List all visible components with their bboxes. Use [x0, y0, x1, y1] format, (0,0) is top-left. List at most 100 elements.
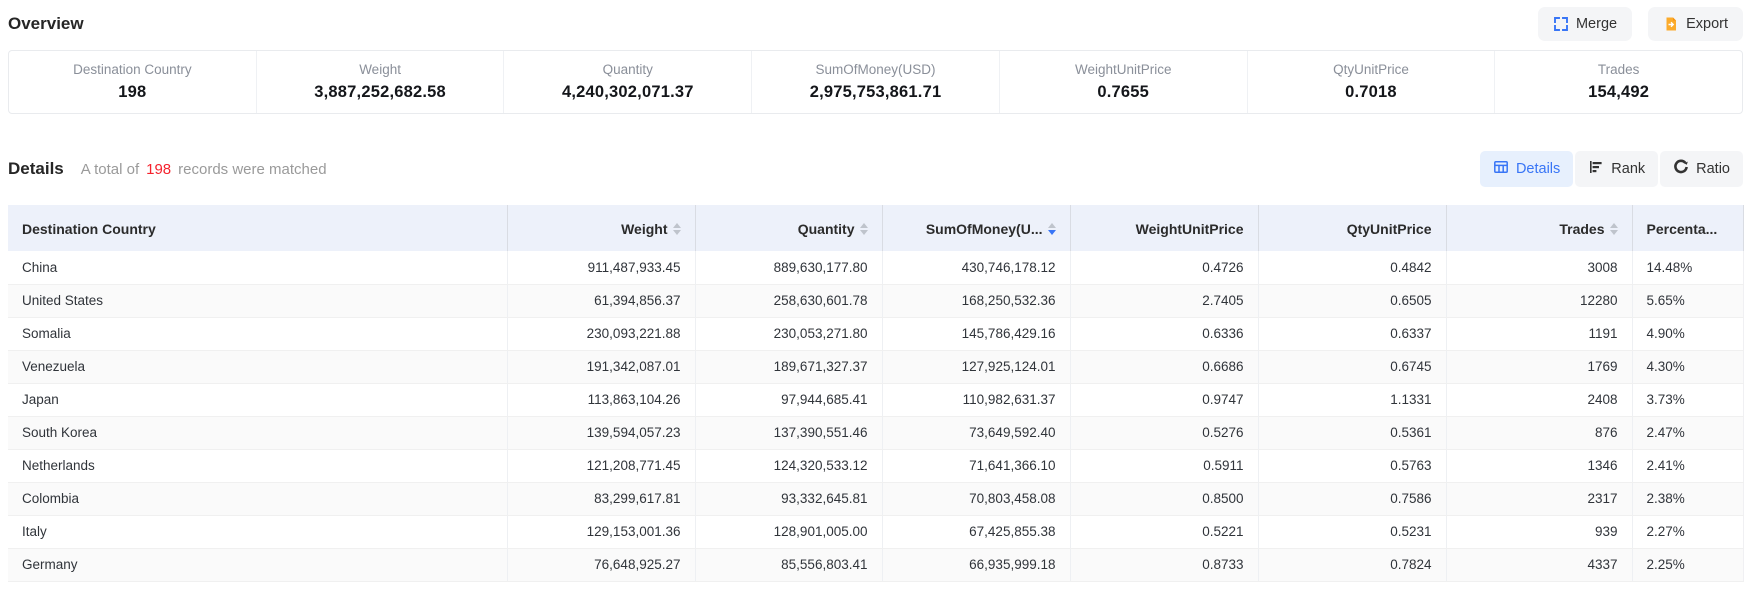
cell-trades: 12280: [1446, 284, 1632, 317]
cell-qtyunitprice: 1.1331: [1258, 383, 1446, 416]
column-header-label: SumOfMoney(U...: [926, 221, 1043, 237]
cell-destination-country: Venezuela: [8, 350, 507, 383]
stat-value: 4,240,302,071.37: [504, 83, 751, 102]
sort-icon: [1048, 223, 1056, 235]
cell-weightunitprice: 0.9747: [1070, 383, 1258, 416]
cell-weight: 129,153,001.36: [507, 515, 695, 548]
page: Overview Merge Export: [0, 0, 1751, 582]
cell-qtyunitprice: 0.4842: [1258, 251, 1446, 284]
stat-destination-country: Destination Country 198: [9, 51, 256, 113]
cell-weightunitprice: 0.5276: [1070, 416, 1258, 449]
top-actions: Merge Export: [1538, 7, 1743, 41]
cell-weightunitprice: 0.5221: [1070, 515, 1258, 548]
cell-quantity: 128,901,005.00: [695, 515, 882, 548]
cell-weightunitprice: 0.4726: [1070, 251, 1258, 284]
column-header-label: Percenta...: [1647, 221, 1718, 237]
cell-percenta: 4.30%: [1632, 350, 1743, 383]
view-button-label: Details: [1516, 161, 1560, 177]
view-button-details[interactable]: Details: [1480, 151, 1573, 187]
table-row-south-korea: South Korea139,594,057.23137,390,551.467…: [8, 416, 1743, 449]
summary-suffix: records were matched: [178, 161, 326, 178]
cell-weightunitprice: 0.8733: [1070, 548, 1258, 581]
table-row-united-states: United States61,394,856.37258,630,601.78…: [8, 284, 1743, 317]
export-button[interactable]: Export: [1648, 7, 1743, 41]
cell-weight: 76,648,925.27: [507, 548, 695, 581]
cell-quantity: 889,630,177.80: [695, 251, 882, 284]
stat-value: 3,887,252,682.58: [257, 83, 504, 102]
cell-weightunitprice: 0.8500: [1070, 482, 1258, 515]
cell-quantity: 258,630,601.78: [695, 284, 882, 317]
cell-weight: 139,594,057.23: [507, 416, 695, 449]
records-summary: A total of198records were matched: [81, 161, 327, 178]
view-button-ratio[interactable]: Ratio: [1660, 151, 1743, 187]
cell-trades: 1346: [1446, 449, 1632, 482]
cell-destination-country: United States: [8, 284, 507, 317]
cell-qtyunitprice: 0.5763: [1258, 449, 1446, 482]
cell-weightunitprice: 0.6686: [1070, 350, 1258, 383]
cell-qtyunitprice: 0.6505: [1258, 284, 1446, 317]
table-row-germany: Germany76,648,925.2785,556,803.4166,935,…: [8, 548, 1743, 581]
table-row-venezuela: Venezuela191,342,087.01189,671,327.37127…: [8, 350, 1743, 383]
column-header-sumofmoney-u[interactable]: SumOfMoney(U...: [882, 205, 1070, 251]
column-header-quantity[interactable]: Quantity: [695, 205, 882, 251]
details-bar: Details A total of198records were matche…: [8, 150, 1743, 188]
cell-trades: 1769: [1446, 350, 1632, 383]
column-header-percenta: Percenta...: [1632, 205, 1743, 251]
view-button-rank[interactable]: Rank: [1575, 151, 1658, 187]
stat-weightunitprice: WeightUnitPrice0.7655: [999, 51, 1247, 113]
cell-sumofmoney-u: 110,982,631.37: [882, 383, 1070, 416]
stat-value: 0.7018: [1248, 83, 1495, 102]
sort-icon: [1610, 223, 1618, 235]
cell-qtyunitprice: 0.6745: [1258, 350, 1446, 383]
table-row-italy: Italy129,153,001.36128,901,005.0067,425,…: [8, 515, 1743, 548]
stat-label: QtyUnitPrice: [1248, 62, 1495, 77]
cell-destination-country: Germany: [8, 548, 507, 581]
export-button-label: Export: [1686, 16, 1728, 32]
cell-sumofmoney-u: 168,250,532.36: [882, 284, 1070, 317]
bar-chart-icon: [1588, 159, 1604, 179]
cell-weight: 911,487,933.45: [507, 251, 695, 284]
cell-percenta: 2.41%: [1632, 449, 1743, 482]
column-header-label: Trades: [1559, 221, 1604, 237]
column-header-weight[interactable]: Weight: [507, 205, 695, 251]
cell-sumofmoney-u: 67,425,855.38: [882, 515, 1070, 548]
cell-destination-country: Netherlands: [8, 449, 507, 482]
export-icon: [1663, 16, 1679, 32]
cell-quantity: 93,332,645.81: [695, 482, 882, 515]
cell-quantity: 230,053,271.80: [695, 317, 882, 350]
column-header-destination-country: Destination Country: [8, 205, 507, 251]
view-button-label: Ratio: [1696, 161, 1730, 177]
cell-percenta: 3.73%: [1632, 383, 1743, 416]
cell-weight: 61,394,856.37: [507, 284, 695, 317]
view-switcher: Details Rank Ratio: [1480, 151, 1743, 187]
stat-value: 2,975,753,861.71: [752, 83, 999, 102]
column-header-trades[interactable]: Trades: [1446, 205, 1632, 251]
cell-qtyunitprice: 0.6337: [1258, 317, 1446, 350]
cell-sumofmoney-u: 145,786,429.16: [882, 317, 1070, 350]
top-bar: Overview Merge Export: [8, 0, 1743, 38]
cell-trades: 1191: [1446, 317, 1632, 350]
stat-value: 0.7655: [1000, 83, 1247, 102]
cell-qtyunitprice: 0.5361: [1258, 416, 1446, 449]
cell-destination-country: Somalia: [8, 317, 507, 350]
stat-label: Destination Country: [9, 62, 256, 77]
stat-trades: Trades154,492: [1494, 51, 1742, 113]
table-row-somalia: Somalia230,093,221.88230,053,271.80145,7…: [8, 317, 1743, 350]
cell-quantity: 189,671,327.37: [695, 350, 882, 383]
cell-destination-country: Italy: [8, 515, 507, 548]
page-title: Overview: [8, 14, 84, 34]
cell-trades: 876: [1446, 416, 1632, 449]
cell-sumofmoney-u: 70,803,458.08: [882, 482, 1070, 515]
cell-sumofmoney-u: 127,925,124.01: [882, 350, 1070, 383]
cell-trades: 2317: [1446, 482, 1632, 515]
details-table: Destination Country Weight Quantity SumOfMo…: [8, 205, 1744, 582]
stat-qtyunitprice: QtyUnitPrice 0.7018: [1247, 51, 1495, 113]
cell-sumofmoney-u: 73,649,592.40: [882, 416, 1070, 449]
column-header-label: Weight: [621, 221, 667, 237]
table-row-colombia: Colombia83,299,617.8193,332,645.8170,803…: [8, 482, 1743, 515]
cell-percenta: 2.38%: [1632, 482, 1743, 515]
cell-quantity: 137,390,551.46: [695, 416, 882, 449]
stat-value: 198: [9, 83, 256, 102]
merge-button[interactable]: Merge: [1538, 7, 1632, 41]
cell-percenta: 4.90%: [1632, 317, 1743, 350]
